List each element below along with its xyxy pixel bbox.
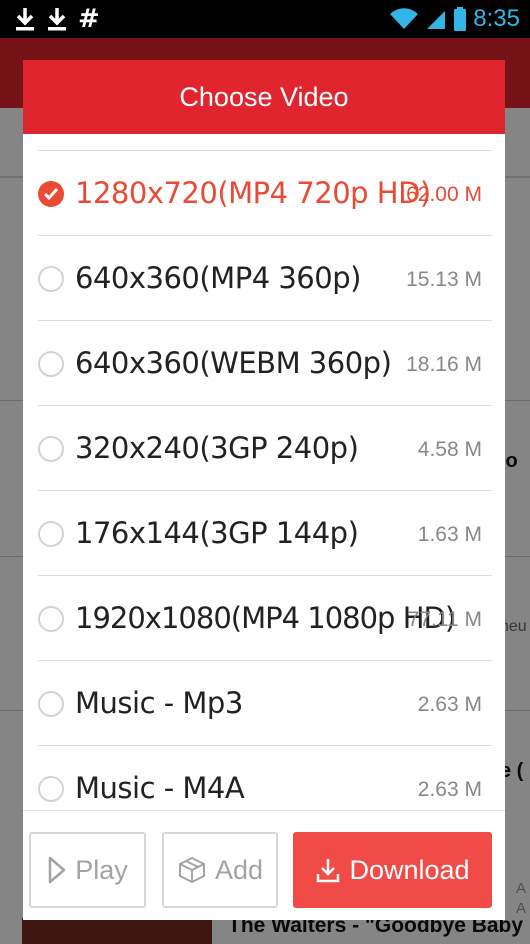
dialog-title: Choose Video bbox=[179, 81, 349, 112]
radio-icon[interactable] bbox=[38, 521, 64, 547]
add-button[interactable]: Add bbox=[162, 832, 278, 908]
format-option[interactable]: 176x144(3GP 144p) 1.63 M bbox=[23, 491, 505, 576]
download-icon bbox=[16, 8, 34, 31]
battery-icon bbox=[454, 7, 467, 31]
format-option[interactable]: Music - Mp3 2.63 M bbox=[23, 661, 505, 746]
radio-icon[interactable] bbox=[38, 266, 64, 292]
download-button[interactable]: Download bbox=[293, 832, 492, 908]
format-size: 15.13 M bbox=[406, 268, 482, 291]
signal-icon bbox=[427, 11, 446, 29]
format-option[interactable]: 640x360(MP4 360p) 15.13 M bbox=[23, 236, 505, 321]
add-label: Add bbox=[214, 854, 264, 885]
format-label: 1920x1080(MP4 1080p HD) bbox=[75, 601, 456, 635]
format-label: 1280x720(MP4 720p HD) bbox=[75, 176, 431, 210]
format-list[interactable]: 1280x720(MP4 720p HD) 62.00 M 640x360(MP… bbox=[23, 134, 505, 870]
box-icon bbox=[178, 857, 205, 883]
format-label: 640x360(WEBM 360p) bbox=[75, 346, 392, 380]
radio-icon[interactable] bbox=[38, 776, 64, 802]
download-label: Download bbox=[349, 854, 470, 885]
format-label: 320x240(3GP 240p) bbox=[75, 431, 359, 465]
radio-checked-icon[interactable] bbox=[38, 181, 64, 207]
format-label: Music - Mp3 bbox=[75, 686, 243, 720]
download-icon bbox=[317, 859, 340, 883]
format-size: 4.58 M bbox=[417, 438, 482, 461]
format-option[interactable]: 1280x720(MP4 720p HD) 62.00 M bbox=[23, 151, 505, 236]
format-size: 18.16 M bbox=[406, 353, 482, 376]
hash-icon: # bbox=[78, 4, 100, 34]
play-button[interactable]: Play bbox=[29, 832, 146, 908]
radio-icon[interactable] bbox=[38, 436, 64, 462]
clock: 8:35 bbox=[473, 5, 520, 32]
divider bbox=[23, 810, 505, 811]
format-size: 62.00 M bbox=[406, 183, 482, 206]
play-label: Play bbox=[75, 854, 128, 885]
dialog-header: Choose Video bbox=[23, 60, 505, 134]
format-size: 1.63 M bbox=[417, 523, 482, 546]
format-label: 176x144(3GP 144p) bbox=[75, 516, 359, 550]
format-option[interactable]: Music - M4A 2.63 M bbox=[23, 746, 505, 831]
radio-icon[interactable] bbox=[38, 351, 64, 377]
download-icon bbox=[48, 8, 66, 31]
format-size: 77.11 M bbox=[407, 608, 482, 631]
system-status: 8:35 bbox=[389, 4, 520, 34]
format-label: Music - M4A bbox=[75, 771, 245, 805]
format-size: 2.63 M bbox=[417, 693, 482, 716]
format-option[interactable]: 1920x1080(MP4 1080p HD) 77.11 M bbox=[23, 576, 505, 661]
choose-video-dialog: Choose Video 1280x720(MP4 720p HD) 62.00… bbox=[23, 60, 505, 920]
radio-icon[interactable] bbox=[38, 606, 64, 632]
play-icon bbox=[48, 856, 66, 884]
format-label: 640x360(MP4 360p) bbox=[75, 261, 361, 295]
wifi-icon bbox=[390, 8, 419, 30]
format-size: 2.63 M bbox=[417, 778, 482, 801]
notification-icons: # bbox=[14, 4, 100, 34]
format-option[interactable]: 640x360(WEBM 360p) 18.16 M bbox=[23, 321, 505, 406]
status-bar: # 8:35 bbox=[0, 0, 530, 38]
radio-icon[interactable] bbox=[38, 691, 64, 717]
format-option[interactable]: 320x240(3GP 240p) 4.58 M bbox=[23, 406, 505, 491]
